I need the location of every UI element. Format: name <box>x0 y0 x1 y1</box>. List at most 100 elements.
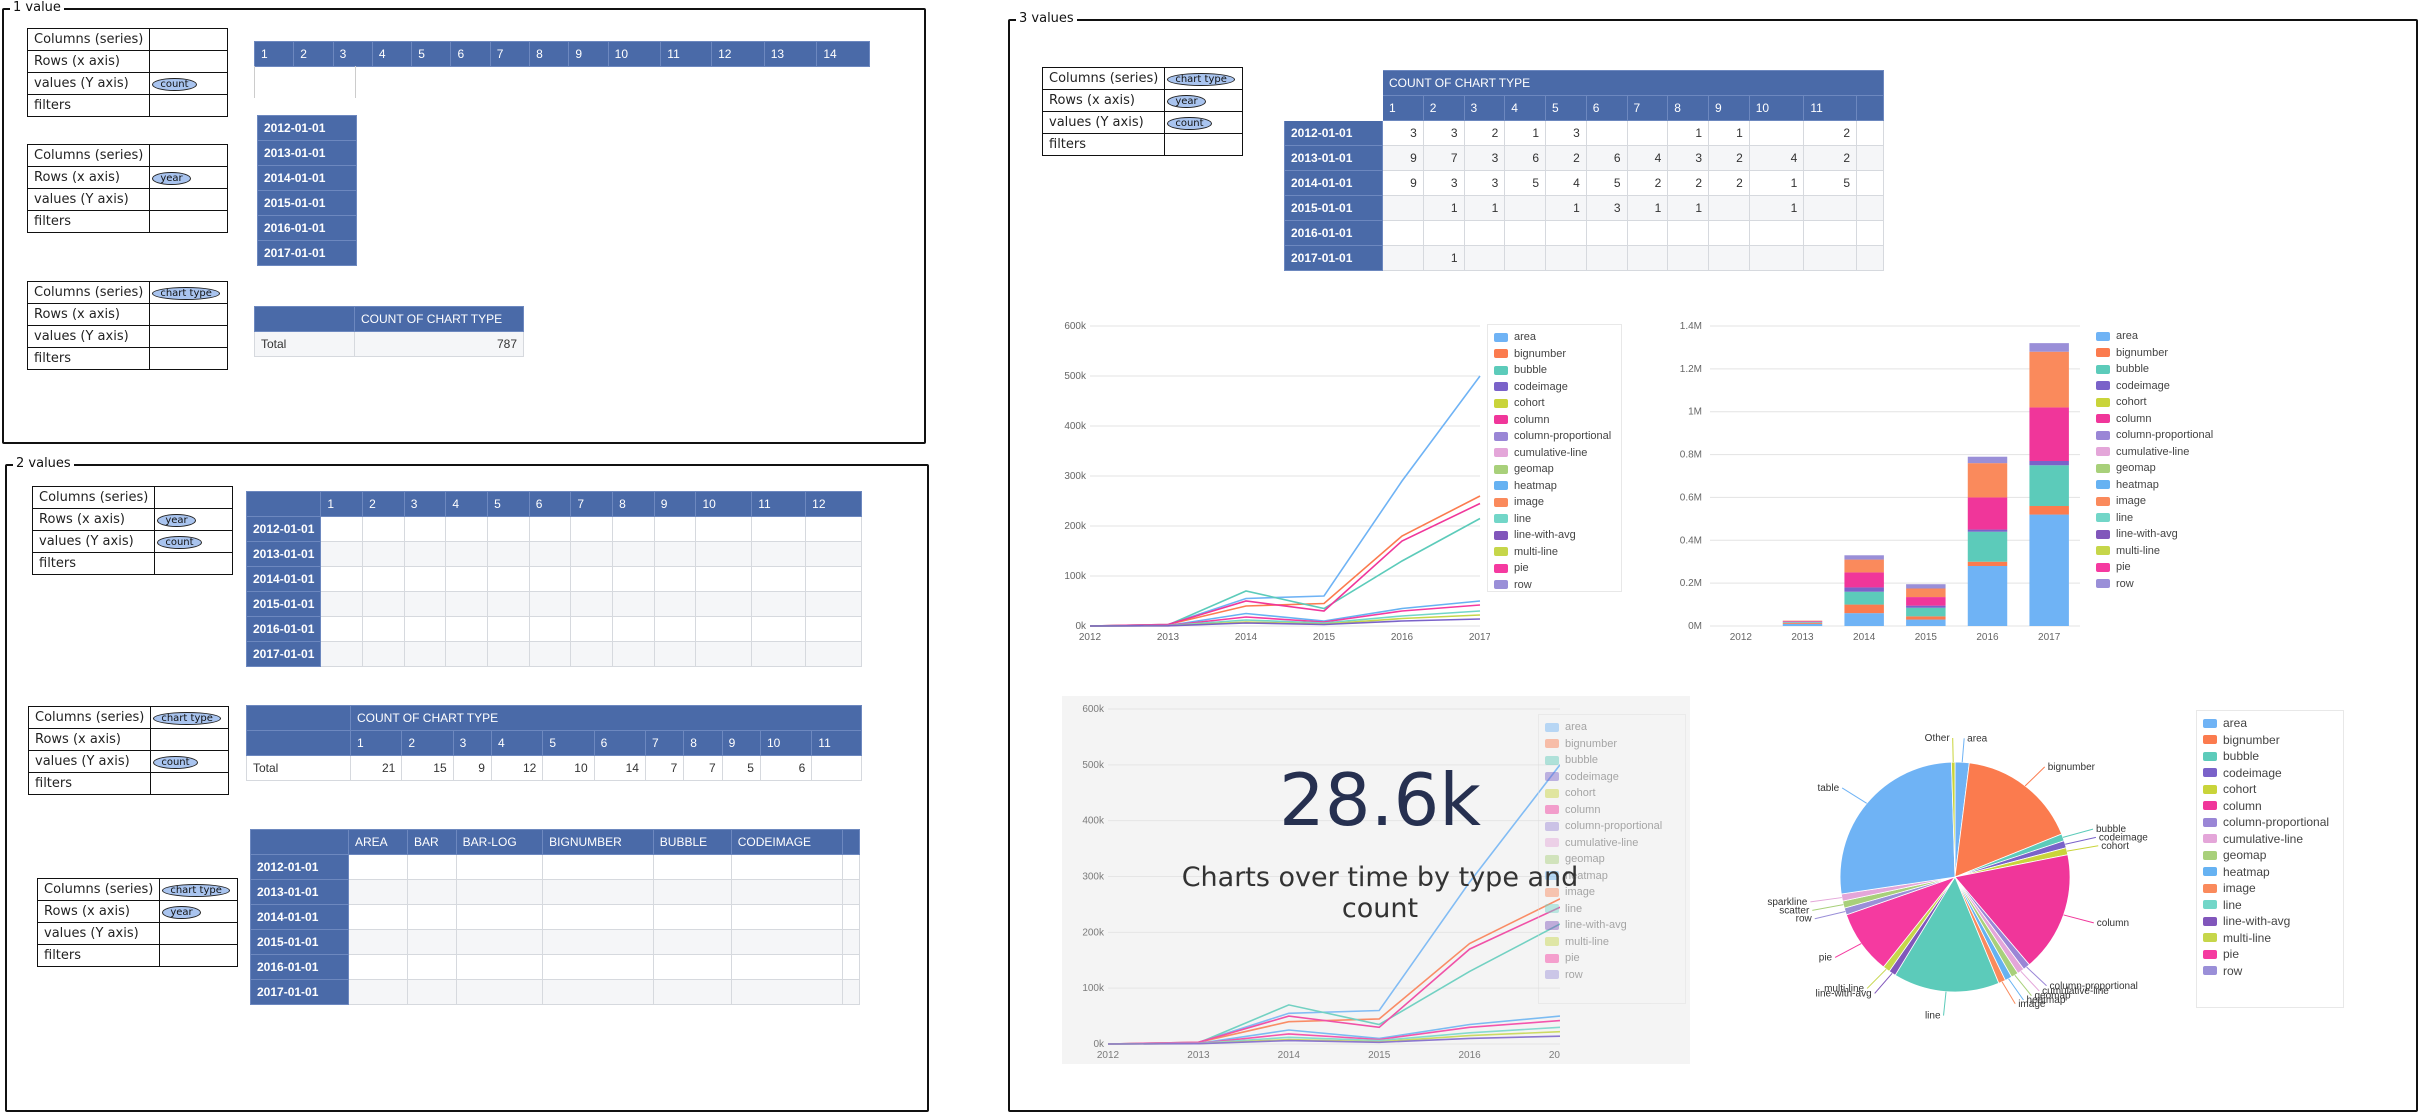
rows-slot[interactable]: year <box>154 508 234 531</box>
row-header[interactable]: 2013-01-01 <box>245 541 322 567</box>
column-header[interactable]: 13 <box>763 41 818 67</box>
column-header[interactable]: 2 <box>401 730 454 756</box>
legend-item[interactable]: column-proportional <box>2096 427 2219 444</box>
column-header[interactable]: 4 <box>1504 95 1546 121</box>
legend-item[interactable]: pie <box>2096 559 2219 576</box>
row-header[interactable]: 2017-01-01 <box>250 979 349 1005</box>
row-header[interactable]: 2017-01-01 <box>257 240 357 266</box>
legend-item[interactable]: multi-line <box>1494 544 1615 561</box>
column-header[interactable]: 11 <box>751 491 807 517</box>
legend-item[interactable]: codeimage <box>1545 769 1679 786</box>
filters-slot[interactable] <box>150 772 230 795</box>
chart-type-pill[interactable]: chart type <box>162 884 230 897</box>
column-header[interactable]: 2 <box>1422 95 1465 121</box>
legend-item[interactable]: area <box>2096 328 2219 345</box>
legend-item[interactable]: column <box>1545 802 1679 819</box>
column-header[interactable]: 11 <box>660 41 713 67</box>
legend-item[interactable]: bignumber <box>2203 732 2337 749</box>
legend-item[interactable]: line <box>1494 511 1615 528</box>
legend-item[interactable]: line <box>2203 897 2337 914</box>
column-header[interactable]: 3 <box>403 491 447 517</box>
column-header[interactable] <box>842 829 860 855</box>
legend-item[interactable]: column-proportional <box>1545 818 1679 835</box>
row-header[interactable]: 2017-01-01 <box>1284 245 1383 271</box>
column-header[interactable]: 4 <box>445 491 489 517</box>
columns-slot[interactable]: chart type <box>1164 67 1244 90</box>
year-pill[interactable]: year <box>157 514 196 527</box>
column-header[interactable]: 8 <box>1667 95 1709 121</box>
legend-item[interactable]: column <box>1494 412 1615 429</box>
columns-slot[interactable]: chart type <box>149 281 229 304</box>
column-header[interactable]: AREA <box>348 829 408 855</box>
column-header[interactable]: 6 <box>593 730 646 756</box>
row-header[interactable]: 2016-01-01 <box>257 215 357 241</box>
row-header[interactable]: 2012-01-01 <box>250 854 349 880</box>
filters-slot[interactable] <box>1164 133 1244 156</box>
column-header[interactable]: 3 <box>452 730 492 756</box>
legend-item[interactable]: pie <box>1545 950 1679 967</box>
filters-slot[interactable] <box>159 944 239 967</box>
column-header[interactable]: 7 <box>489 41 531 67</box>
column-header[interactable]: 5 <box>411 41 452 67</box>
column-header[interactable]: BAR <box>406 829 457 855</box>
legend-item[interactable]: line-with-avg <box>2096 526 2219 543</box>
column-header[interactable]: 6 <box>450 41 491 67</box>
legend-item[interactable]: column <box>2203 798 2337 815</box>
column-header[interactable]: BIGNUMBER <box>542 829 654 855</box>
legend-item[interactable]: cumulative-line <box>2203 831 2337 848</box>
row-header[interactable]: 2012-01-01 <box>1284 120 1383 146</box>
row-header[interactable]: 2015-01-01 <box>250 929 349 955</box>
rows-slot[interactable]: year <box>149 166 229 189</box>
legend-item[interactable]: area <box>1494 329 1615 346</box>
column-header[interactable]: CODEIMAGE <box>730 829 844 855</box>
legend-item[interactable]: column <box>2096 411 2219 428</box>
legend-item[interactable]: bignumber <box>1545 736 1679 753</box>
column-header[interactable]: 1 <box>253 41 295 67</box>
legend-item[interactable]: cumulative-line <box>1545 835 1679 852</box>
legend-item[interactable]: geomap <box>1494 461 1615 478</box>
column-header[interactable]: BUBBLE <box>652 829 732 855</box>
legend-item[interactable]: codeimage <box>2096 378 2219 395</box>
values-slot[interactable]: count <box>149 72 229 95</box>
legend-item[interactable]: bignumber <box>2096 345 2219 362</box>
legend-item[interactable]: row <box>1545 967 1679 984</box>
legend-item[interactable]: multi-line <box>2096 543 2219 560</box>
column-header[interactable]: 5 <box>487 491 530 517</box>
legend-item[interactable]: image <box>2096 493 2219 510</box>
legend-item[interactable]: row <box>1494 577 1615 594</box>
column-header[interactable]: 10 <box>695 491 753 517</box>
values-slot[interactable]: count <box>154 530 234 553</box>
values-slot[interactable] <box>149 188 229 211</box>
count-pill[interactable]: count <box>153 756 198 769</box>
column-header[interactable]: 2 <box>293 41 334 67</box>
legend-item[interactable]: cohort <box>1545 785 1679 802</box>
legend-item[interactable]: row <box>2203 963 2337 980</box>
column-header[interactable] <box>1856 95 1884 121</box>
year-pill[interactable]: year <box>152 172 191 185</box>
column-header[interactable]: 8 <box>529 41 570 67</box>
legend-item[interactable]: cumulative-line <box>2096 444 2219 461</box>
row-header[interactable]: 2017-01-01 <box>245 641 322 667</box>
columns-slot[interactable] <box>149 144 229 167</box>
legend-item[interactable]: area <box>2203 715 2337 732</box>
legend-item[interactable]: bubble <box>2203 748 2337 765</box>
row-header[interactable]: 2015-01-01 <box>245 591 322 617</box>
chart-type-pill[interactable]: chart type <box>153 712 221 725</box>
legend-item[interactable]: heatmap <box>2203 864 2337 881</box>
row-header[interactable]: 2013-01-01 <box>257 140 357 166</box>
column-header[interactable]: 9 <box>568 41 609 67</box>
column-header[interactable]: 10 <box>759 730 813 756</box>
values-slot[interactable] <box>149 325 229 348</box>
chart-type-pill[interactable]: chart type <box>1167 73 1235 86</box>
rows-slot[interactable] <box>149 303 229 326</box>
legend-item[interactable]: bubble <box>1494 362 1615 379</box>
legend-item[interactable]: row <box>2096 576 2219 593</box>
row-header[interactable]: 2016-01-01 <box>1284 220 1383 246</box>
count-pill[interactable]: count <box>152 78 197 91</box>
column-header[interactable]: 1 <box>320 491 364 517</box>
column-header[interactable]: 1 <box>349 730 403 756</box>
legend-item[interactable]: column-proportional <box>2203 814 2337 831</box>
row-header[interactable]: 2014-01-01 <box>250 904 349 930</box>
column-header[interactable]: 7 <box>644 730 685 756</box>
legend-item[interactable]: line-with-avg <box>1494 527 1615 544</box>
